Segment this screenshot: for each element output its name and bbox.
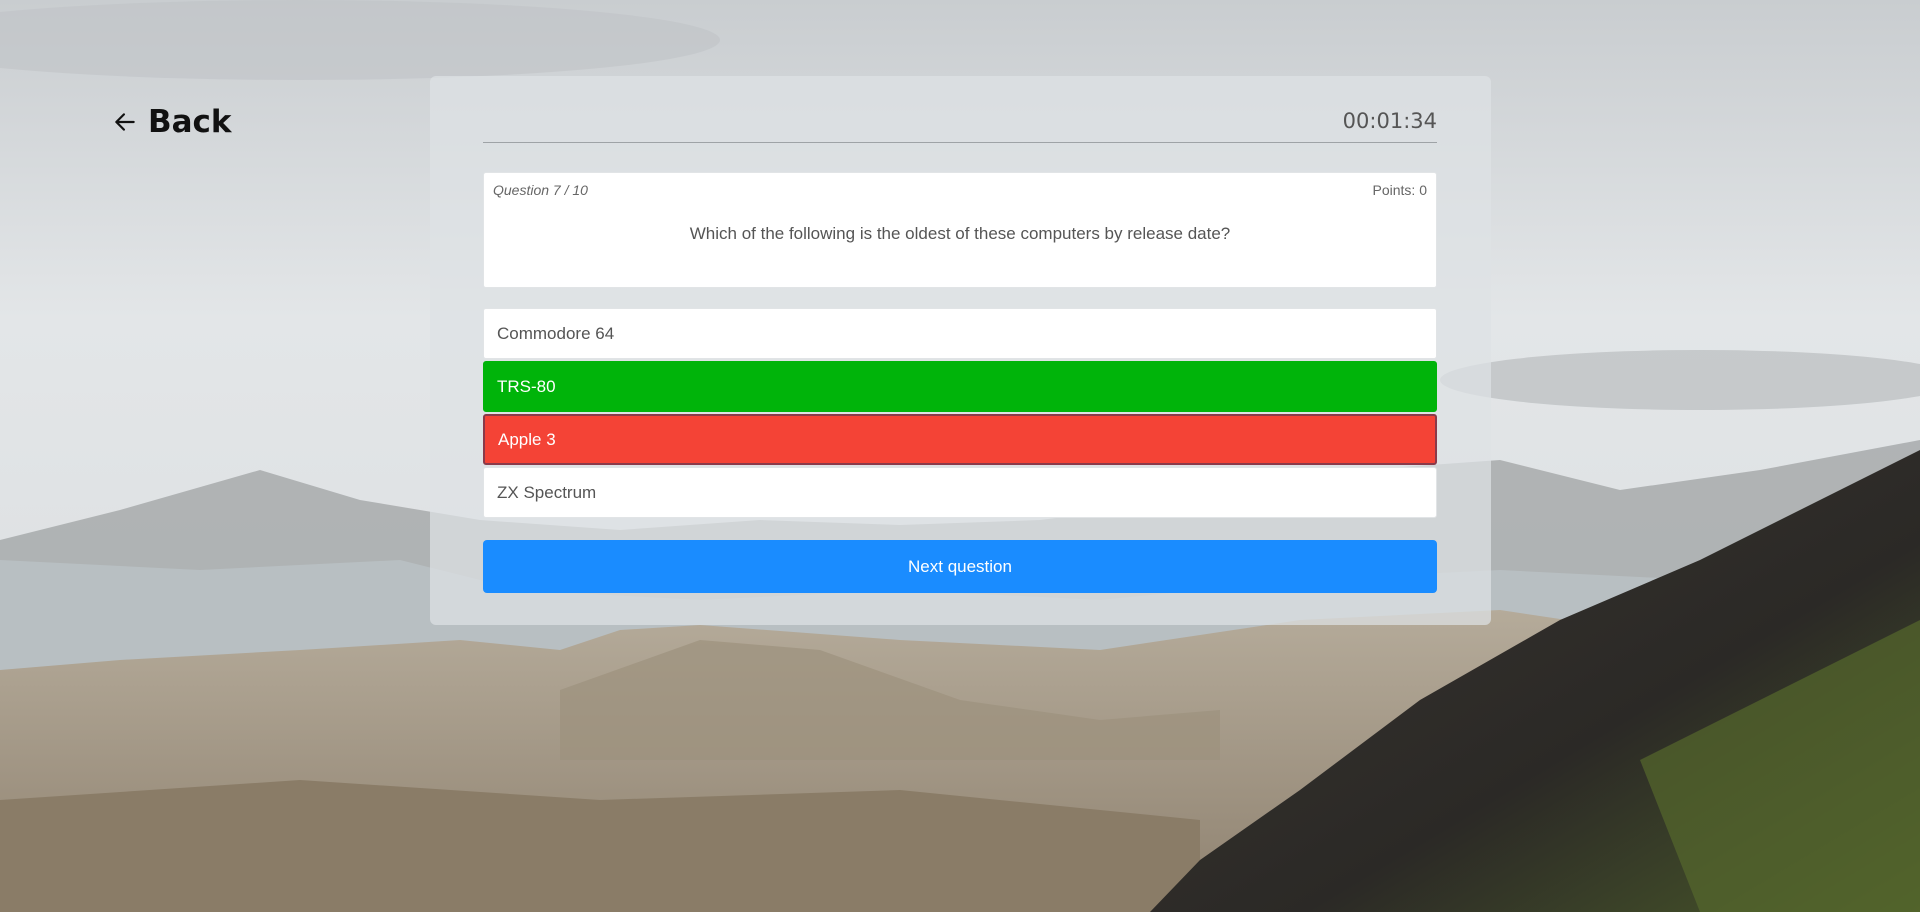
answer-option-wrong[interactable]: Apple 3 <box>483 414 1437 465</box>
quiz-panel: 00:01:34 Question 7 / 10 Points: 0 Which… <box>430 76 1491 625</box>
answer-option-correct[interactable]: TRS-80 <box>483 361 1437 412</box>
answer-option[interactable]: ZX Spectrum <box>483 467 1437 518</box>
arrow-left-icon <box>115 113 135 131</box>
question-text: Which of the following is the oldest of … <box>689 224 1231 243</box>
next-question-button[interactable]: Next question <box>483 540 1437 593</box>
timer-bar: 00:01:34 <box>483 109 1437 143</box>
answer-list: Commodore 64 TRS-80 Apple 3 ZX Spectrum <box>483 308 1437 520</box>
answer-option[interactable]: Commodore 64 <box>483 308 1437 359</box>
question-card: Question 7 / 10 Points: 0 Which of the f… <box>483 172 1437 288</box>
back-label: Back <box>148 104 232 140</box>
back-button[interactable]: Back <box>112 104 232 140</box>
points-counter: Points: 0 <box>1372 182 1427 198</box>
timer: 00:01:34 <box>1342 109 1437 133</box>
question-counter: Question 7 / 10 <box>493 182 588 198</box>
